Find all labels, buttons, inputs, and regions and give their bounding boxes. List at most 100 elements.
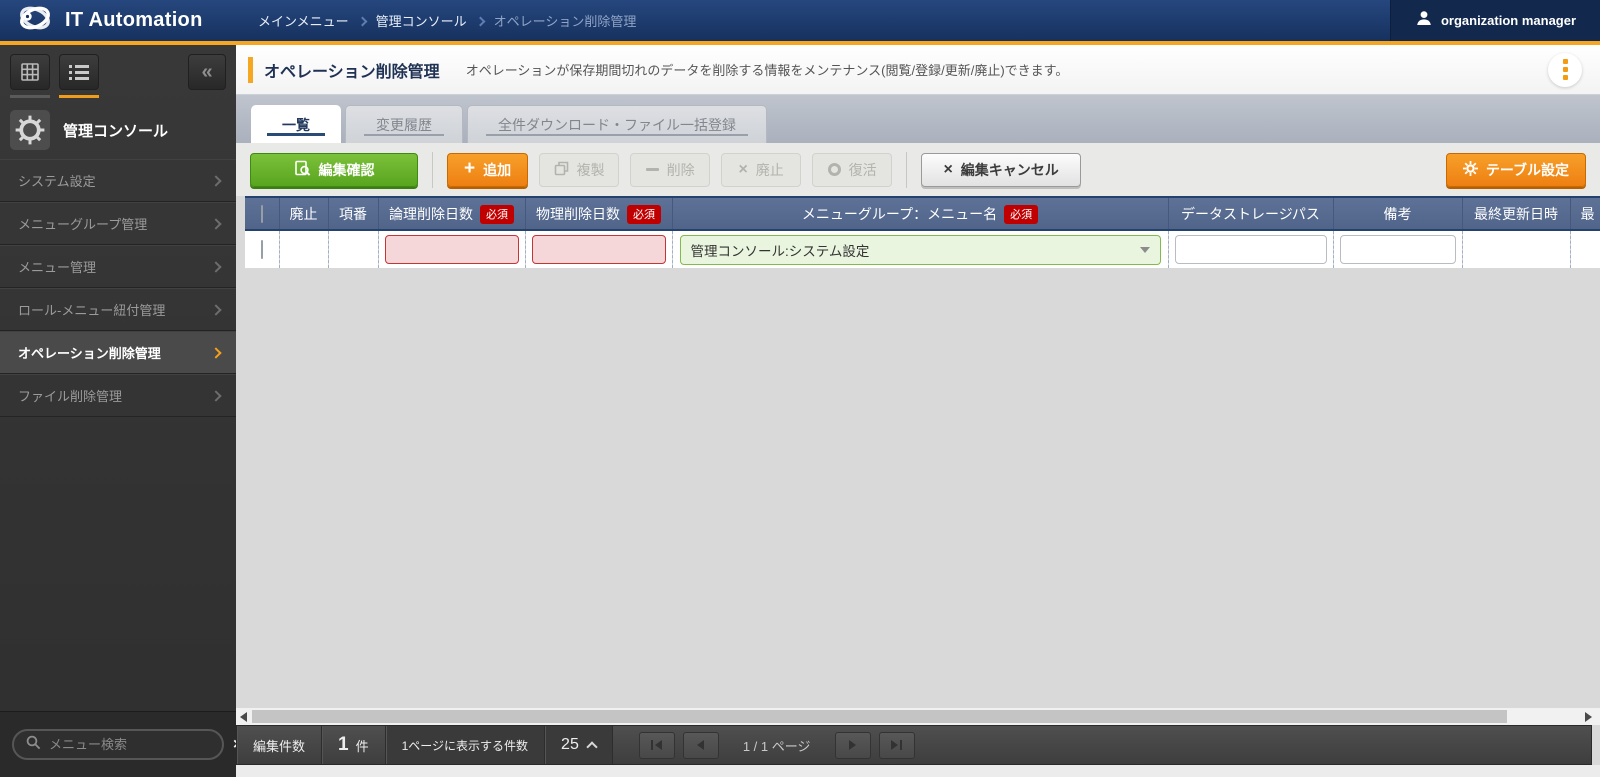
main-content: オペレーション削除管理 オペレーションが保存期間切れのデータを削除する情報をメン… bbox=[236, 45, 1600, 777]
table-header-row: 廃止 項番 論理削除日数必須 物理削除日数必須 メニューグループ：メニュー名必須… bbox=[245, 197, 1600, 230]
breadcrumb: メインメニュー 管理コンソール オペレーション削除管理 bbox=[236, 0, 1390, 41]
chevron-right-icon bbox=[210, 347, 221, 358]
required-badge: 必須 bbox=[627, 205, 661, 224]
previous-page-button[interactable] bbox=[683, 732, 719, 759]
x-icon: × bbox=[738, 162, 747, 178]
scroll-right-arrow-icon[interactable] bbox=[1585, 712, 1592, 722]
chevron-right-icon bbox=[210, 304, 221, 315]
row-storage-path-cell bbox=[1168, 230, 1333, 268]
user-icon bbox=[1415, 9, 1433, 32]
row-last-updated-cell bbox=[1462, 230, 1570, 268]
sidebar: « bbox=[0, 45, 236, 777]
menu-group-select[interactable]: 管理コンソール:システム設定 bbox=[680, 235, 1161, 265]
sidebar-tab-menu-groups[interactable] bbox=[10, 54, 50, 103]
copy-icon bbox=[554, 161, 569, 179]
circle-icon bbox=[828, 163, 841, 176]
tab-list[interactable]: 一覧 bbox=[251, 105, 341, 143]
next-page-button[interactable] bbox=[835, 732, 871, 759]
first-page-button[interactable] bbox=[639, 732, 675, 759]
pagination: 1 / 1 ページ bbox=[639, 726, 915, 764]
select-all-header bbox=[245, 197, 279, 230]
search-icon bbox=[26, 735, 41, 755]
col-data-storage-path: データストレージパス bbox=[1168, 197, 1333, 230]
sidebar-item-menu-group-management[interactable]: メニューグループ管理 bbox=[0, 202, 236, 245]
data-storage-path-input[interactable] bbox=[1175, 235, 1327, 264]
logo-text: IT Automation bbox=[65, 9, 203, 32]
table-settings-button[interactable]: テーブル設定 bbox=[1446, 153, 1586, 187]
edit-confirm-button[interactable]: 編集確認 bbox=[250, 153, 418, 187]
edit-count-value-cell: 1 件 bbox=[322, 726, 386, 764]
col-logical-delete-days: 論理削除日数必須 bbox=[378, 197, 525, 230]
menu-search-box: × bbox=[12, 729, 224, 760]
page-menu-button[interactable] bbox=[1548, 53, 1582, 87]
select-all-checkbox[interactable] bbox=[261, 205, 263, 223]
sidebar-search-area: × bbox=[0, 711, 236, 777]
logical-delete-days-input[interactable] bbox=[385, 235, 519, 264]
sidebar-item-file-delete-management[interactable]: ファイル削除管理 bbox=[0, 374, 236, 417]
sidebar-item-system-settings[interactable]: システム設定 bbox=[0, 159, 236, 202]
breadcrumb-separator-icon bbox=[475, 16, 485, 26]
last-page-button[interactable] bbox=[879, 732, 915, 759]
col-menu-group-menu-name: メニューグループ：メニュー名必須 bbox=[672, 197, 1168, 230]
list-icon bbox=[59, 54, 99, 90]
row-checkbox[interactable] bbox=[261, 240, 263, 259]
console-gear-icon bbox=[10, 110, 50, 150]
physical-delete-days-input[interactable] bbox=[532, 235, 666, 264]
col-last-updated: 最終更新日時 bbox=[1462, 197, 1570, 230]
scroll-left-arrow-icon[interactable] bbox=[240, 712, 247, 722]
row-logical-days-cell bbox=[378, 230, 525, 268]
sidebar-item-operation-delete-management[interactable]: オペレーション削除管理 bbox=[0, 331, 236, 374]
edit-table: 廃止 項番 論理削除日数必須 物理削除日数必須 メニューグループ：メニュー名必須… bbox=[245, 196, 1600, 268]
row-menu-group-cell: 管理コンソール:システム設定 bbox=[672, 230, 1168, 268]
page-size-label-cell: 1ページに表示する件数 bbox=[386, 726, 545, 764]
chevron-right-icon bbox=[210, 175, 221, 186]
edit-cancel-button[interactable]: × 編集キャンセル bbox=[921, 153, 1081, 187]
breadcrumb-admin-console[interactable]: 管理コンソール bbox=[376, 11, 467, 30]
grid-icon bbox=[10, 54, 50, 90]
sidebar-tab-menu-list[interactable] bbox=[59, 54, 99, 103]
edit-toolbar: 編集確認 + 追加 複製 bbox=[236, 143, 1600, 196]
menu-search-input[interactable] bbox=[49, 737, 225, 752]
plus-icon: + bbox=[464, 159, 475, 178]
chevron-right-icon bbox=[210, 390, 221, 401]
console-title: 管理コンソール bbox=[63, 120, 168, 141]
bottom-strip bbox=[236, 765, 1600, 777]
edit-count-value: 1 bbox=[338, 734, 349, 756]
breadcrumb-main-menu[interactable]: メインメニュー bbox=[258, 11, 349, 30]
sidebar-item-menu-management[interactable]: メニュー管理 bbox=[0, 245, 236, 288]
sidebar-item-role-menu-link-management[interactable]: ロール-メニュー紐付管理 bbox=[0, 288, 236, 331]
chevron-right-icon bbox=[210, 261, 221, 272]
x-icon: × bbox=[943, 162, 952, 178]
horizontal-scrollbar[interactable] bbox=[236, 708, 1600, 725]
page-size-dropdown[interactable]: 25 bbox=[545, 726, 613, 764]
page-header: オペレーション削除管理 オペレーションが保存期間切れのデータを削除する情報をメン… bbox=[236, 45, 1600, 95]
app-logo[interactable]: IT Automation bbox=[0, 0, 236, 41]
tab-change-history[interactable]: 変更履歴 bbox=[345, 105, 463, 143]
dropdown-caret-icon bbox=[1140, 247, 1150, 253]
scrollbar-thumb[interactable] bbox=[252, 710, 1507, 723]
user-menu[interactable]: organization manager bbox=[1390, 0, 1600, 41]
col-note: 備考 bbox=[1333, 197, 1462, 230]
sidebar-console-header: 管理コンソール bbox=[0, 105, 236, 155]
row-discard-cell bbox=[279, 230, 328, 268]
page-size-value: 25 bbox=[561, 736, 579, 754]
duplicate-button: 複製 bbox=[539, 153, 619, 187]
sidebar-collapse-button[interactable]: « bbox=[188, 54, 226, 90]
minus-icon bbox=[646, 168, 659, 171]
collapse-chevrons-icon: « bbox=[201, 61, 212, 84]
col-discard: 廃止 bbox=[279, 197, 328, 230]
sidebar-menu: システム設定 メニューグループ管理 メニュー管理 ロール-メニュー紐付管理 オペ… bbox=[0, 159, 236, 417]
page-title: オペレーション削除管理 bbox=[264, 58, 440, 82]
edit-count-label-cell: 編集件数 bbox=[237, 726, 322, 764]
add-button[interactable]: + 追加 bbox=[447, 153, 528, 187]
next-page-icon bbox=[849, 740, 856, 750]
row-cutoff-cell bbox=[1570, 230, 1600, 268]
last-page-icon bbox=[891, 740, 898, 750]
required-badge: 必須 bbox=[480, 205, 514, 224]
breadcrumb-separator-icon bbox=[357, 16, 367, 26]
tab-download-bulk-register[interactable]: 全件ダウンロード・ファイル一括登録 bbox=[467, 105, 767, 143]
delete-button: 削除 bbox=[630, 153, 710, 187]
gear-icon bbox=[1463, 161, 1478, 179]
note-input[interactable] bbox=[1340, 235, 1456, 264]
row-select-cell bbox=[245, 230, 279, 268]
